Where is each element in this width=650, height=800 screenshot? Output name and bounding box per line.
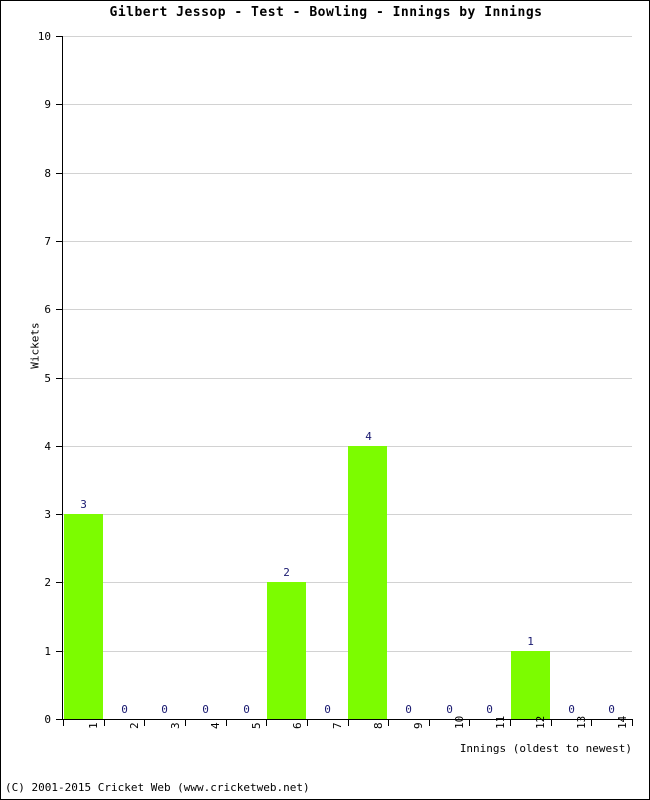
y-axis-tick-label: 9	[44, 98, 51, 111]
bar	[348, 446, 387, 719]
y-axis-tick-label: 1	[44, 645, 51, 658]
x-axis-tick	[632, 720, 633, 726]
chart-page: Gilbert Jessop - Test - Bowling - Inning…	[0, 0, 650, 800]
bar-value-label: 0	[202, 703, 209, 716]
x-axis-tick	[104, 720, 105, 726]
y-axis-tick	[56, 241, 62, 242]
x-axis-tick	[226, 720, 227, 726]
y-axis-tick-label: 8	[44, 167, 51, 180]
y-axis-tick-label-wrap: 6	[1, 303, 51, 316]
x-axis-tick	[185, 720, 186, 726]
y-axis-tick-label: 0	[44, 713, 51, 726]
x-axis-tick	[266, 720, 267, 726]
y-axis-tick-label-wrap: 4	[1, 440, 51, 453]
y-axis-tick	[56, 173, 62, 174]
bar-value-label: 0	[446, 703, 453, 716]
x-axis-tick	[469, 720, 470, 726]
y-axis-tick-label-wrap: 1	[1, 645, 51, 658]
bar-value-label: 0	[243, 703, 250, 716]
y-axis-tick-label-wrap: 9	[1, 98, 51, 111]
bar-value-label: 0	[324, 703, 331, 716]
x-axis-title: Innings (oldest to newest)	[459, 742, 632, 755]
gridline	[63, 241, 632, 242]
x-axis-tick-label: 12	[534, 715, 547, 729]
x-axis-tick-label: 4	[209, 722, 222, 729]
x-axis-tick	[388, 720, 389, 726]
y-axis-tick	[56, 36, 62, 37]
bar-value-label: 0	[121, 703, 128, 716]
y-axis-tick-label: 5	[44, 372, 51, 385]
y-axis-title: Wickets	[28, 322, 42, 369]
x-axis-tick-label: 1	[87, 722, 100, 729]
y-axis-tick	[56, 309, 62, 310]
x-axis-tick-label: 8	[372, 722, 385, 729]
gridline	[63, 309, 632, 310]
y-axis-tick-label-wrap: 2	[1, 576, 51, 589]
bar-value-label: 1	[527, 635, 534, 648]
y-axis-tick-label-wrap: 3	[1, 508, 51, 521]
x-axis-tick	[144, 720, 145, 726]
bar-value-label: 0	[486, 703, 493, 716]
y-axis-tick	[56, 514, 62, 515]
x-axis-tick	[510, 720, 511, 726]
y-axis-tick	[56, 719, 62, 720]
x-axis-tick	[307, 720, 308, 726]
bar-value-label: 0	[161, 703, 168, 716]
y-axis-tick-label-wrap: 0	[1, 713, 51, 726]
bar	[267, 582, 306, 719]
x-axis-tick-label: 5	[250, 722, 263, 729]
x-axis-tick-label: 13	[575, 715, 588, 729]
y-axis-tick	[56, 582, 62, 583]
bar-value-label: 0	[608, 703, 615, 716]
y-axis-tick-label: 6	[44, 303, 51, 316]
x-axis-tick	[591, 720, 592, 726]
y-axis-tick-label: 3	[44, 508, 51, 521]
bar-value-label: 0	[405, 703, 412, 716]
gridline	[63, 104, 632, 105]
x-axis-tick-label: 10	[453, 715, 466, 729]
x-axis-tick-label: 11	[494, 715, 507, 729]
gridline	[63, 173, 632, 174]
x-axis-tick	[429, 720, 430, 726]
x-axis-tick-label: 14	[616, 715, 629, 729]
x-axis-tick-label: 9	[412, 722, 425, 729]
plot-area: 3 0 0 0 0 2 0 4 0 0 0 1 0 0	[63, 36, 632, 719]
bar	[511, 651, 550, 719]
y-axis-tick-label-wrap: 7	[1, 235, 51, 248]
x-axis-tick	[551, 720, 552, 726]
x-axis-tick	[63, 720, 64, 726]
bar-value-label: 3	[80, 498, 87, 511]
x-axis-tick-label: 6	[291, 722, 304, 729]
y-axis-tick-label-wrap: 8	[1, 167, 51, 180]
x-axis-tick	[348, 720, 349, 726]
gridline	[63, 378, 632, 379]
bar-value-label: 4	[365, 430, 372, 443]
y-axis-tick-label: 7	[44, 235, 51, 248]
y-axis-tick	[56, 446, 62, 447]
gridline	[63, 36, 632, 37]
x-axis-tick-label: 7	[331, 722, 344, 729]
y-axis-tick-label: 4	[44, 440, 51, 453]
y-axis-tick	[56, 378, 62, 379]
bar-value-label: 2	[283, 566, 290, 579]
y-axis-tick-label: 2	[44, 576, 51, 589]
y-axis-tick-label-wrap: 10	[1, 30, 51, 43]
bar-value-label: 0	[568, 703, 575, 716]
x-axis-tick-label: 3	[169, 722, 182, 729]
y-axis-tick-label-wrap: 5	[1, 372, 51, 385]
x-axis-tick-label: 2	[128, 722, 141, 729]
y-axis-tick-label: 10	[37, 30, 51, 43]
page-title: Gilbert Jessop - Test - Bowling - Inning…	[109, 5, 543, 20]
copyright-footer: (C) 2001-2015 Cricket Web (www.cricketwe…	[5, 781, 310, 794]
y-axis-tick	[56, 104, 62, 105]
bar	[64, 514, 103, 719]
y-axis-tick	[56, 651, 62, 652]
